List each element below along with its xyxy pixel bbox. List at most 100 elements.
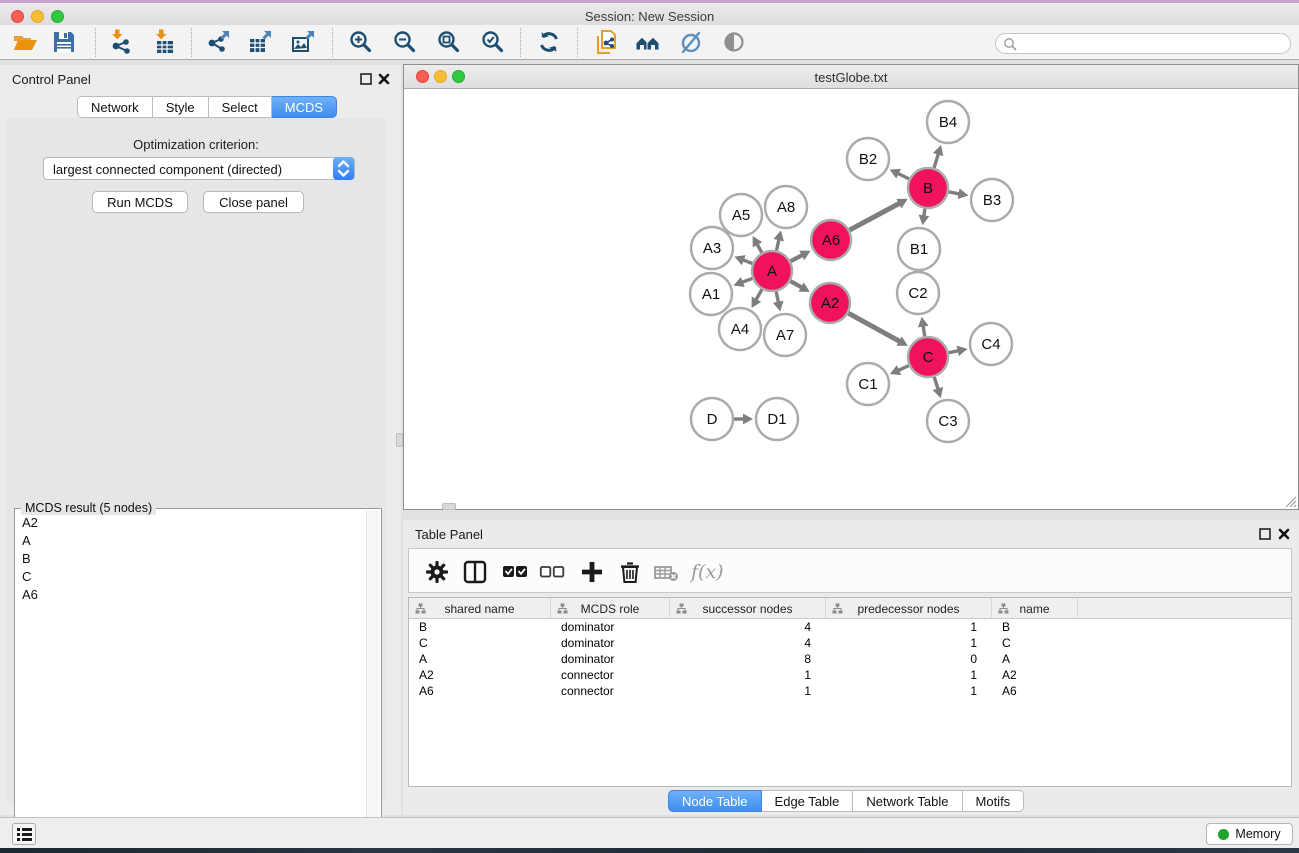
graph-node-A6[interactable]: A6 <box>811 220 851 260</box>
result-item[interactable]: B <box>17 549 367 567</box>
deselect-all-checkboxes-icon[interactable] <box>538 558 566 586</box>
resize-grip-icon[interactable] <box>1283 494 1297 508</box>
refresh-icon[interactable] <box>536 29 562 55</box>
table-cell[interactable]: C <box>409 635 551 651</box>
graph-node-D1[interactable]: D1 <box>756 398 798 440</box>
tab-select[interactable]: Select <box>209 96 272 118</box>
close-panel-button[interactable]: Close panel <box>203 191 304 213</box>
graph-node-C2[interactable]: C2 <box>897 272 939 314</box>
close-panel-icon[interactable] <box>1278 528 1290 540</box>
graph-edge-A6-B[interactable] <box>850 199 908 230</box>
table-cell[interactable]: A6 <box>409 683 551 699</box>
graph-edge-B-B2[interactable] <box>890 169 909 179</box>
table-cell[interactable]: 4 <box>670 619 826 635</box>
save-session-icon[interactable] <box>51 29 77 55</box>
column-header-name[interactable]: name <box>992 598 1078 619</box>
zoom-out-icon[interactable] <box>392 29 418 55</box>
select-all-checkboxes-icon[interactable] <box>501 558 529 586</box>
export-table-icon[interactable] <box>247 29 273 55</box>
graph-edge-A-A4[interactable] <box>752 289 762 308</box>
task-history-button[interactable] <box>12 823 36 845</box>
column-header-predecessor-nodes[interactable]: predecessor nodes <box>826 598 992 619</box>
zoom-in-icon[interactable] <box>348 29 374 55</box>
table-cell[interactable]: A2 <box>992 667 1078 683</box>
copy-network-icon[interactable] <box>594 29 620 55</box>
table-cell[interactable]: connector <box>551 667 670 683</box>
table-cell[interactable]: dominator <box>551 619 670 635</box>
home-icon[interactable] <box>635 29 661 55</box>
column-header-MCDS-role[interactable]: MCDS role <box>551 598 670 619</box>
graph-edge-A-A5[interactable] <box>753 236 763 253</box>
graph-node-B4[interactable]: B4 <box>927 101 969 143</box>
table-cell[interactable]: C <box>992 635 1078 651</box>
table-cell[interactable]: 1 <box>826 619 992 635</box>
table-cell[interactable]: A2 <box>409 667 551 683</box>
table-cell[interactable]: connector <box>551 683 670 699</box>
tab-edge-table[interactable]: Edge Table <box>762 790 854 812</box>
hide-details-icon[interactable] <box>678 29 704 55</box>
function-builder-icon[interactable]: f(x) <box>691 561 724 583</box>
result-item[interactable]: C <box>17 567 367 585</box>
zoom-selected-icon[interactable] <box>480 29 506 55</box>
tab-motifs[interactable]: Motifs <box>963 790 1025 812</box>
add-column-icon[interactable] <box>578 558 606 586</box>
float-panel-icon[interactable] <box>1259 528 1271 540</box>
graph-edge-A-A7[interactable] <box>773 292 784 312</box>
graph-node-A7[interactable]: A7 <box>764 314 806 356</box>
result-item[interactable]: A <box>17 531 367 549</box>
graph-edge-C-C1[interactable] <box>890 365 909 375</box>
graph-node-C1[interactable]: C1 <box>847 363 889 405</box>
result-item[interactable]: A6 <box>17 585 367 603</box>
table-cell[interactable]: B <box>409 619 551 635</box>
table-cell[interactable]: A <box>992 651 1078 667</box>
graph-edge-B-B3[interactable] <box>949 188 969 199</box>
graph-node-C[interactable]: C <box>908 337 948 377</box>
graph-node-A1[interactable]: A1 <box>690 273 732 315</box>
graph-node-B3[interactable]: B3 <box>971 179 1013 221</box>
graph-edge-A2-C[interactable] <box>848 313 907 346</box>
open-session-icon[interactable] <box>12 29 38 55</box>
tab-node-table[interactable]: Node Table <box>668 790 762 812</box>
table-cell[interactable]: 1 <box>826 635 992 651</box>
graph-node-B[interactable]: B <box>908 168 948 208</box>
table-cell[interactable]: 8 <box>670 651 826 667</box>
graph-edge-C-C2[interactable] <box>918 317 929 337</box>
graph-edge-A-A1[interactable] <box>733 277 752 287</box>
table-cell[interactable]: 1 <box>670 667 826 683</box>
table-cell[interactable]: 1 <box>670 683 826 699</box>
delete-table-icon[interactable] <box>652 558 680 586</box>
table-row[interactable]: Adominator80A <box>409 651 1291 667</box>
delete-column-icon[interactable] <box>616 558 644 586</box>
network-canvas[interactable]: B4B2BB3A5A8A6B1A3AA1C2A2A4A7C4CC1C3DD1 <box>404 90 1298 510</box>
table-row[interactable]: A6connector11A6 <box>409 683 1291 699</box>
graph-node-B2[interactable]: B2 <box>847 138 889 180</box>
export-network-icon[interactable] <box>206 29 232 55</box>
tab-style[interactable]: Style <box>153 96 209 118</box>
mcds-result-list[interactable]: A2ABCA6 <box>17 513 367 603</box>
table-cell[interactable]: 1 <box>826 683 992 699</box>
graph-edge-A-A2[interactable] <box>790 281 809 292</box>
table-cell[interactable]: 1 <box>826 667 992 683</box>
run-mcds-button[interactable]: Run MCDS <box>92 191 188 213</box>
graph-node-B1[interactable]: B1 <box>898 228 940 270</box>
memory-button[interactable]: Memory <box>1206 823 1293 845</box>
tab-network[interactable]: Network <box>77 96 153 118</box>
criterion-dropdown[interactable]: largest connected component (directed) <box>43 157 355 180</box>
tab-network-table[interactable]: Network Table <box>853 790 962 812</box>
split-panel-icon[interactable] <box>461 558 489 586</box>
splitter-handle[interactable] <box>396 433 403 447</box>
network-window-titlebar[interactable]: testGlobe.txt <box>404 65 1298 89</box>
table-cell[interactable]: 4 <box>670 635 826 651</box>
result-item[interactable]: A2 <box>17 513 367 531</box>
graph-node-D[interactable]: D <box>691 398 733 440</box>
show-details-eye-icon[interactable] <box>721 29 747 55</box>
result-scrollbar[interactable] <box>366 511 379 850</box>
graph-node-C3[interactable]: C3 <box>927 400 969 442</box>
graph-node-C4[interactable]: C4 <box>970 323 1012 365</box>
table-cell[interactable]: 0 <box>826 651 992 667</box>
graph-edge-C-C3[interactable] <box>933 377 943 398</box>
graph-edge-B-B1[interactable] <box>919 209 930 225</box>
import-table-icon[interactable] <box>152 29 178 55</box>
table-cell[interactable]: dominator <box>551 651 670 667</box>
graph-edge-B-B4[interactable] <box>933 145 943 168</box>
